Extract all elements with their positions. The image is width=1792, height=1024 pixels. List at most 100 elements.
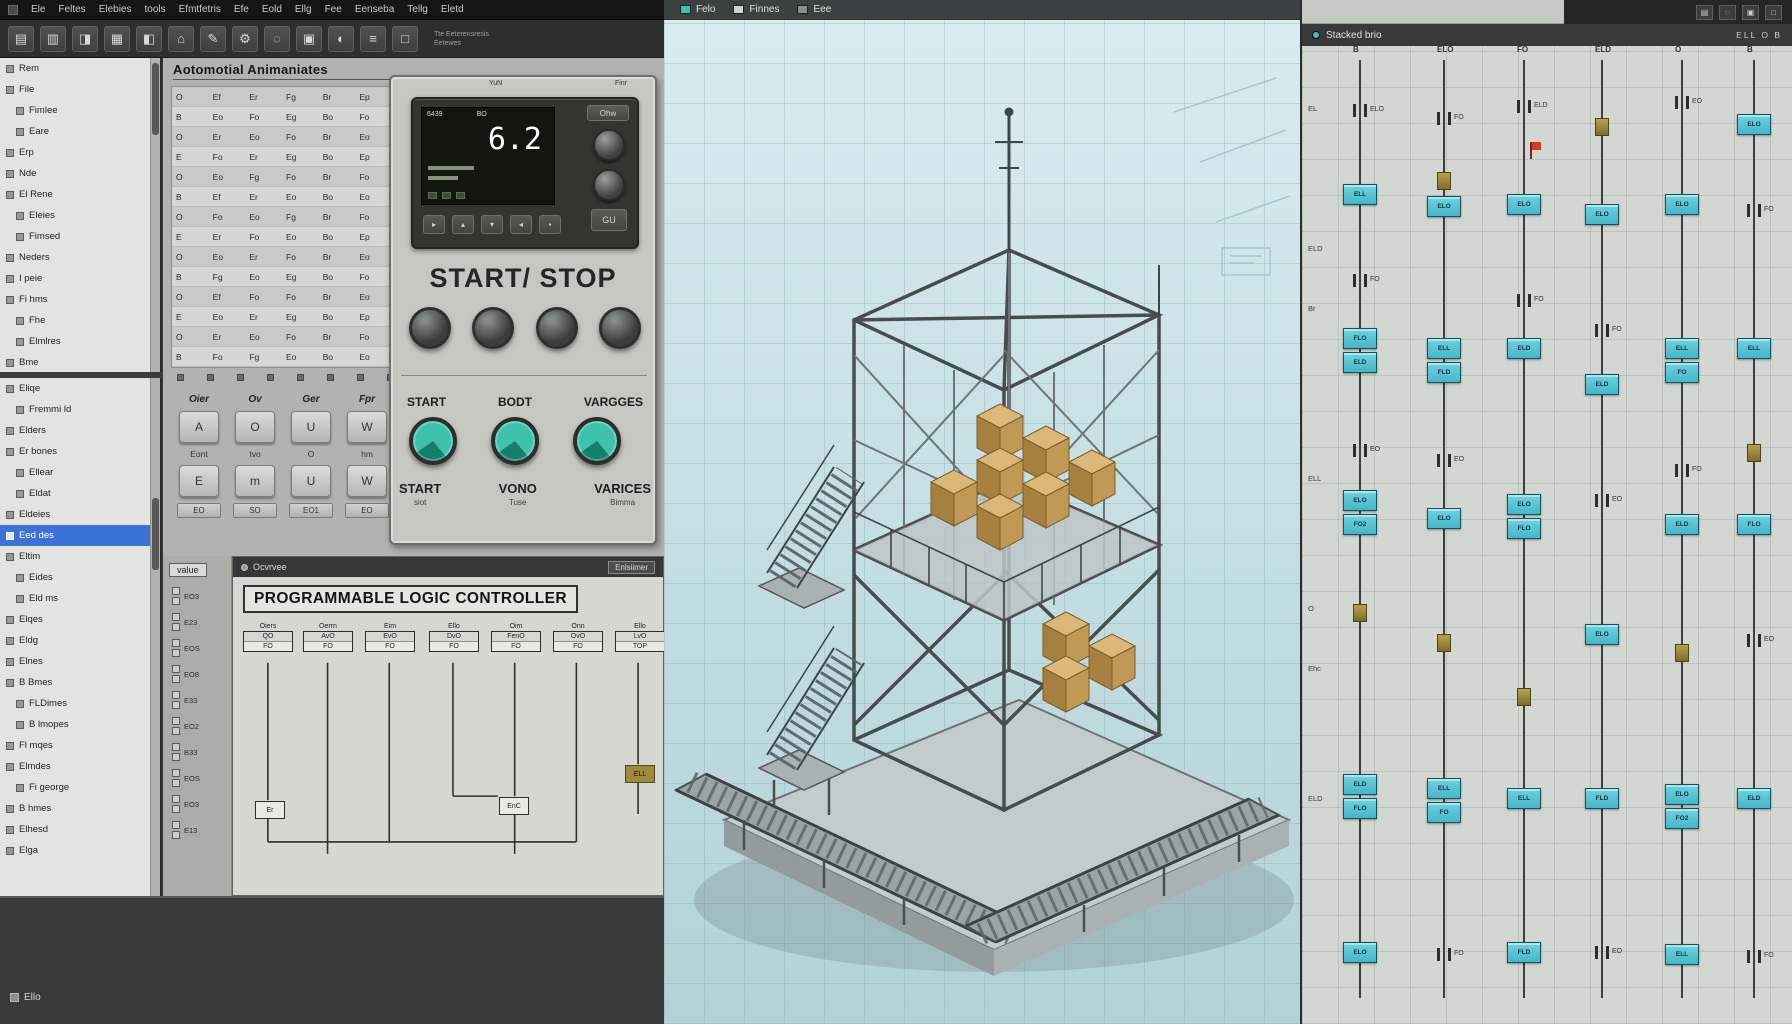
ladder-element[interactable]: FO — [1675, 464, 1689, 477]
tree-item[interactable]: Nde — [0, 163, 160, 184]
tree-item[interactable]: Elders — [0, 420, 160, 441]
teal-knob[interactable] — [573, 417, 621, 465]
ladder-element[interactable]: FO — [1747, 950, 1761, 963]
menu-item[interactable]: Efe — [234, 4, 249, 15]
ladder-element[interactable]: FO — [1595, 324, 1609, 337]
ladder-element[interactable]: EO — [1595, 494, 1609, 507]
display-mini-button[interactable]: ▸ — [423, 215, 445, 234]
plc-output-block[interactable]: Er — [255, 801, 285, 819]
tree-item[interactable]: File — [0, 79, 160, 100]
strip-item[interactable]: B33 — [163, 739, 231, 765]
tree-item[interactable]: B lmopes — [0, 714, 160, 735]
tree-item[interactable]: El Rene — [0, 184, 160, 205]
tree-item[interactable]: Eldeies — [0, 504, 160, 525]
ladder-element[interactable]: ELD — [1665, 514, 1699, 535]
ladder-element[interactable]: FO — [1437, 112, 1451, 125]
tree-item[interactable]: Elga — [0, 840, 160, 861]
ladder-element[interactable]: ELD — [1517, 100, 1531, 113]
ladder-element[interactable]: FLO — [1737, 514, 1771, 535]
table-row[interactable]: O Ef Fo Fo Br Eo — [172, 287, 392, 307]
ladder-element[interactable]: FO2 — [1343, 514, 1377, 535]
scrollbar-thumb[interactable] — [152, 498, 159, 570]
plc-output-block[interactable]: ELL — [625, 765, 655, 783]
ladder-element[interactable]: ELL — [1507, 788, 1541, 809]
tree-item[interactable]: Fl mqes — [0, 735, 160, 756]
dark-knob[interactable] — [536, 307, 578, 349]
strip-item[interactable]: EO2 — [163, 713, 231, 739]
ladder-element[interactable]: ELO — [1585, 204, 1619, 225]
ladder-element[interactable]: EO — [1437, 454, 1451, 467]
table-row[interactable]: B Ef Er Eo Bo Eo — [172, 187, 392, 207]
tree-item[interactable]: Fimlee — [0, 100, 160, 121]
ladder-element[interactable] — [1747, 444, 1761, 462]
table-row[interactable]: B Fg Eo Eg Bo Fo — [172, 267, 392, 287]
menu-item[interactable]: Elebies — [99, 4, 132, 15]
tree-item[interactable]: Er bones — [0, 441, 160, 462]
tree-item[interactable]: Elmdes — [0, 756, 160, 777]
ladder-element[interactable]: FO2 — [1665, 808, 1699, 829]
tree-item[interactable]: Fi hms — [0, 289, 160, 310]
viewer-tab[interactable]: Felo — [680, 4, 715, 15]
tree-item[interactable]: Eldat — [0, 483, 160, 504]
menu-item[interactable]: Feltes — [58, 4, 85, 15]
toolbar-button[interactable]: ◨ — [72, 26, 98, 52]
dark-knob[interactable] — [599, 307, 641, 349]
panel-mini-button[interactable]: ▣ — [1742, 5, 1759, 20]
flat-button[interactable]: EO — [345, 503, 389, 518]
ladder-element[interactable]: ELD — [1343, 352, 1377, 373]
tree-item[interactable]: Eldg — [0, 630, 160, 651]
menu-item[interactable]: Fee — [325, 4, 342, 15]
ladder-element[interactable] — [1353, 604, 1367, 622]
strip-item[interactable]: EOS — [163, 765, 231, 791]
display-mini-button[interactable]: ▾ — [481, 215, 503, 234]
menu-item[interactable]: Efmtfetris — [179, 4, 221, 15]
plc-function-block[interactable]: Ello DvO FO — [429, 623, 479, 652]
ladder-element[interactable]: ELO — [1353, 104, 1367, 117]
plc-function-block[interactable]: Eim EvO FO — [365, 623, 415, 652]
flat-button[interactable]: EO — [177, 503, 221, 518]
toolbar-button[interactable]: ◧ — [136, 26, 162, 52]
panel-button[interactable]: W — [347, 465, 387, 497]
ladder-element[interactable]: EO — [1353, 444, 1367, 457]
ladder-element[interactable]: ELO — [1507, 494, 1541, 515]
tree-item[interactable]: Fhe — [0, 310, 160, 331]
strip-item[interactable]: E33 — [163, 687, 231, 713]
tree-item[interactable]: Elnes — [0, 651, 160, 672]
table-row[interactable]: B Eo Fo Eg Bo Fo — [172, 107, 392, 127]
table-row[interactable]: E Er Fo Eo Bo Ep — [172, 227, 392, 247]
toolbar-button[interactable]: ▦ — [104, 26, 130, 52]
ladder-element[interactable]: ELO — [1507, 194, 1541, 215]
ladder-element[interactable]: ELO — [1665, 194, 1699, 215]
panel-mini-button[interactable]: ▤ — [1696, 5, 1713, 20]
tree-item[interactable]: Elhesd — [0, 819, 160, 840]
strip-item[interactable]: E23 — [163, 609, 231, 635]
menu-item[interactable]: Ellg — [295, 4, 312, 15]
table-row[interactable]: O Er Eo Fo Br Fo — [172, 327, 392, 347]
tree-item[interactable]: Elqes — [0, 609, 160, 630]
ladder-element[interactable]: ELD — [1585, 374, 1619, 395]
ladder-element[interactable]: ELL — [1427, 778, 1461, 799]
menu-item[interactable]: Ele — [31, 4, 45, 15]
menu-item[interactable]: Eenseba — [355, 4, 394, 15]
toolbar-button[interactable]: ◌ — [264, 26, 290, 52]
plc-output-block[interactable]: EnC — [499, 797, 529, 815]
panel-button[interactable]: m — [235, 465, 275, 497]
ladder-element[interactable]: EO — [1675, 96, 1689, 109]
menu-item[interactable]: Tellg — [407, 4, 428, 15]
toolbar-button[interactable]: □ — [392, 26, 418, 52]
tree-item[interactable]: Ellear — [0, 462, 160, 483]
plc-function-block[interactable]: Ello LvO TOP — [615, 623, 665, 652]
panel-mini-button[interactable]: □ — [1765, 5, 1782, 20]
menu-item[interactable]: tools — [145, 4, 166, 15]
tree-item[interactable]: Eleies — [0, 205, 160, 226]
table-row[interactable]: O Fo Eo Fg Br Fo — [172, 207, 392, 227]
strip-item[interactable]: EOS — [163, 635, 231, 661]
panel-button[interactable]: E — [179, 465, 219, 497]
table-row[interactable]: O Eo Er Fo Br Eo — [172, 247, 392, 267]
ladder-element[interactable]: ELD — [1343, 774, 1377, 795]
small-knob[interactable] — [593, 169, 625, 201]
ladder-element[interactable]: ELO — [1737, 114, 1771, 135]
panel-button[interactable]: U — [291, 411, 331, 443]
panel-button[interactable]: W — [347, 411, 387, 443]
ladder-element[interactable]: EO — [1747, 634, 1761, 647]
